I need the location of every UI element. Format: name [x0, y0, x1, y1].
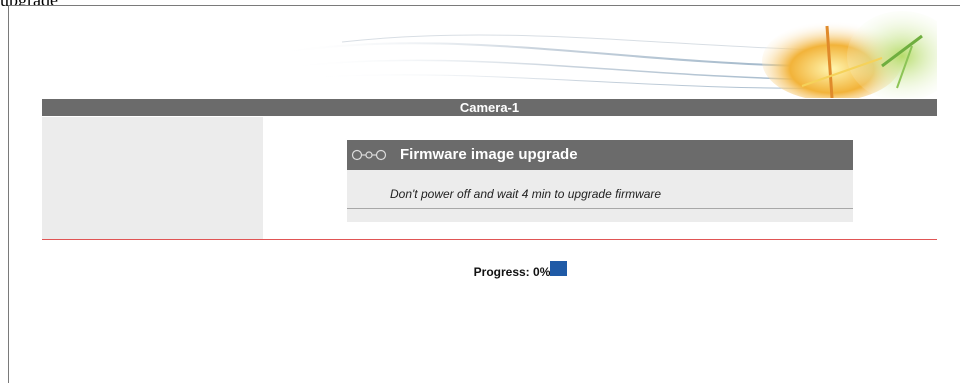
upgrade-page: upgrade — [0, 0, 960, 383]
firmware-card-title: Firmware image upgrade — [400, 146, 578, 163]
left-panel — [42, 117, 263, 239]
main-content: Firmware image upgrade Don't power off a… — [42, 117, 937, 239]
header-banner — [42, 6, 937, 98]
firmware-card-header: Firmware image upgrade — [347, 140, 853, 170]
camera-title: Camera-1 — [459, 100, 520, 115]
card-divider — [347, 208, 853, 209]
progress-indicator: Progress: 0% — [474, 261, 568, 281]
firmware-warning-message: Don't power off and wait 4 min to upgrad… — [390, 187, 662, 201]
progress-label: Progress: — [473, 264, 530, 279]
camera-title-bar: Camera-1 — [42, 99, 937, 116]
banner-graphic — [271, 11, 937, 98]
progress-bar — [550, 261, 568, 277]
firmware-upgrade-card: Firmware image upgrade Don't power off a… — [347, 140, 853, 222]
link-chain-icon — [351, 149, 387, 161]
progress-row: Progress: 0% — [42, 261, 937, 281]
progress-value: 0% — [533, 264, 551, 279]
section-divider — [42, 239, 937, 240]
